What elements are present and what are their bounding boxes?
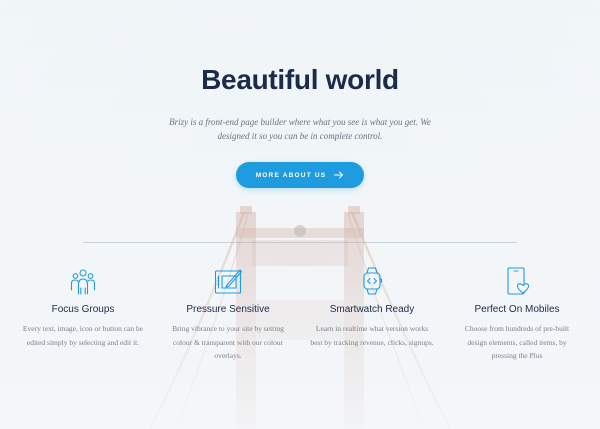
feature-description: Choose from hundreds of pre-built design… [464, 324, 570, 360]
more-about-us-button[interactable]: MORE ABOUT US [236, 162, 364, 188]
feature-pressure-sensitive: Pressure Sensitive Bring vibrance to you… [166, 266, 290, 363]
feature-perfect-on-mobiles: Perfect On Mobiles Choose from hundreds … [455, 266, 579, 363]
feature-title: Perfect On Mobiles [474, 304, 560, 315]
feature-description: Bring vibrance to your site by setting c… [172, 324, 284, 360]
page-title: Beautiful world [201, 64, 399, 95]
feature-focus-groups: Focus Groups Every text, image, icon or … [21, 266, 145, 349]
mobile-heart-icon [507, 267, 530, 295]
smartwatch-icon [363, 267, 383, 295]
feature-smartwatch-ready: Smartwatch Ready Learn in realtime what … [310, 266, 434, 349]
feature-title: Focus Groups [51, 304, 115, 315]
more-about-us-label: MORE ABOUT US [255, 171, 327, 179]
section-divider [83, 242, 517, 243]
feature-title: Pressure Sensitive [186, 304, 270, 315]
users-group-icon [70, 269, 96, 295]
hero-subtitle: Brizy is a front-end page builder where … [169, 117, 431, 141]
hero-section: Beautiful world Brizy is a front-end pag… [0, 0, 600, 429]
arrow-right-icon [334, 171, 344, 179]
pen-tablet-icon [214, 269, 243, 294]
feature-description: Every text, image, icon or button can be… [22, 324, 144, 347]
feature-title: Smartwatch Ready [329, 304, 415, 315]
feature-description: Learn in realtime what version works bes… [310, 324, 434, 347]
